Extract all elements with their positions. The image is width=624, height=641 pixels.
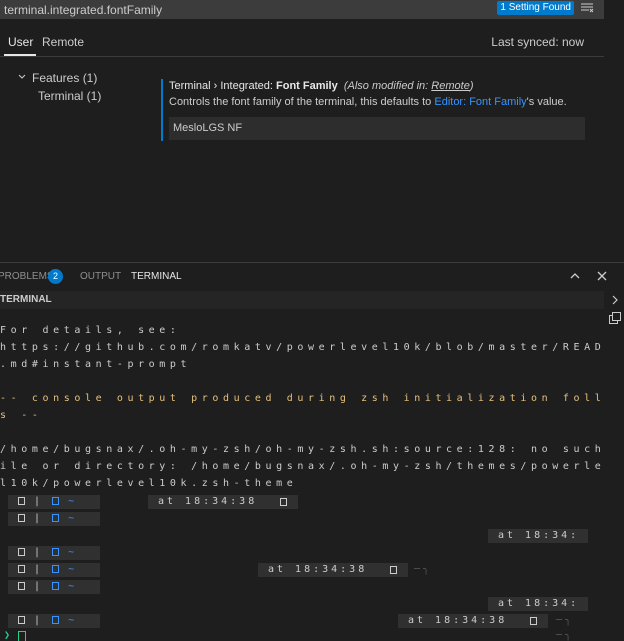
sync-status: Last synced: now (491, 35, 584, 49)
prompt-segment: | ~ (8, 580, 100, 594)
close-icon[interactable] (595, 269, 609, 283)
tab-remote[interactable]: Remote (42, 35, 84, 49)
prompt-segment: | ~ (8, 563, 100, 577)
folder-glyph-icon (18, 582, 25, 590)
tab-terminal[interactable]: TERMINAL (131, 271, 182, 282)
terminal-header: TERMINAL (0, 291, 604, 309)
terminal-error-line: l10k/powerlevel10k.zsh-theme (0, 478, 298, 489)
clock-glyph-icon (280, 498, 287, 506)
chevron-down-icon[interactable] (18, 73, 26, 81)
prompt-segment: | ~ (8, 495, 100, 509)
terminal-line: .md#instant-prompt (0, 359, 192, 370)
modified-in-remote-link[interactable]: Remote (431, 80, 470, 92)
time-segment: at 18:34: (488, 597, 588, 611)
clock-glyph-icon (530, 617, 537, 625)
folder-glyph-icon (52, 565, 60, 573)
folder-glyph-icon (52, 497, 60, 505)
toc-item-features[interactable]: Features (1) (32, 71, 97, 85)
time-segment: at 18:34: (488, 529, 588, 543)
settings-found-badge: 1 Setting Found (497, 1, 574, 15)
folder-glyph-icon (18, 497, 25, 505)
time-segment: at 18:34:38 (258, 563, 408, 577)
folder-glyph-icon (18, 514, 25, 522)
prompt-trail: ─╮ (556, 630, 575, 641)
active-tab-indicator (4, 54, 36, 56)
search-value: terminal.integrated.fontFamily (4, 2, 163, 17)
terminal-warning-line: s -- (0, 410, 43, 421)
terminal-error-line: /home/bugsnax/.oh-my-zsh/oh-my-zsh.sh:so… (0, 444, 604, 455)
split-terminal-icon[interactable] (608, 311, 622, 325)
settings-scope-tabs: User Remote Last synced: now (0, 30, 604, 57)
folder-glyph-icon (18, 548, 25, 556)
settings-editor: terminal.integrated.fontFamily 1 Setting… (0, 0, 624, 262)
clock-glyph-icon (390, 566, 397, 574)
font-family-input[interactable]: MesloLGS NF (169, 117, 585, 140)
folder-glyph-icon (52, 616, 60, 624)
folder-glyph-icon (52, 514, 60, 522)
prompt-segment: | ~ (8, 512, 100, 526)
terminal-warning-line: -- console output produced during zsh in… (0, 393, 604, 404)
folder-glyph-icon (52, 548, 60, 556)
folder-glyph-icon (52, 582, 60, 590)
prompt-trail: ─╮ (556, 615, 575, 626)
bottom-panel: PROBLEMS 2 OUTPUT TERMINAL TERMINAL For … (0, 262, 624, 641)
setting-description: Controls the font family of the terminal… (169, 96, 567, 108)
folder-glyph-icon (18, 565, 25, 573)
editor-font-family-link[interactable]: Editor: Font Family (434, 96, 526, 108)
settings-search-input[interactable]: terminal.integrated.fontFamily 1 Setting… (0, 0, 604, 19)
chevron-up-icon[interactable] (568, 269, 582, 283)
folder-glyph-icon (18, 616, 25, 624)
terminal-error-line: ile or directory: /home/bugsnax/.oh-my-z… (0, 461, 604, 472)
toc-item-terminal[interactable]: Terminal (1) (38, 89, 101, 103)
chevron-right-icon[interactable] (609, 294, 621, 306)
time-segment: at 18:34:38 (148, 495, 298, 509)
terminal-line: For details, see: (0, 325, 181, 336)
prompt-arrow: ❯ (4, 630, 14, 641)
setting-title: Terminal › Integrated: Font Family (Also… (169, 80, 474, 92)
prompt-trail: ─╮ (414, 564, 433, 575)
tab-user[interactable]: User (8, 35, 33, 49)
filter-icon[interactable] (580, 1, 594, 15)
modified-note: (Also modified in: Remote) (343, 80, 474, 92)
terminal-output[interactable]: For details, see: https://github.com/rom… (0, 309, 604, 641)
tab-problems[interactable]: PROBLEMS (0, 271, 54, 282)
problems-count-badge: 2 (48, 269, 63, 284)
prompt-segment: | ~ (8, 546, 100, 560)
prompt-segment: | ~ (8, 614, 100, 628)
setting-name: Font Family (276, 80, 338, 92)
time-segment: at 18:34:38 (398, 614, 548, 628)
terminal-line: https://github.com/romkatv/powerlevel10k… (0, 342, 604, 353)
setting-font-family: Terminal › Integrated: Font Family (Also… (161, 79, 601, 141)
tab-output[interactable]: OUTPUT (80, 271, 121, 282)
